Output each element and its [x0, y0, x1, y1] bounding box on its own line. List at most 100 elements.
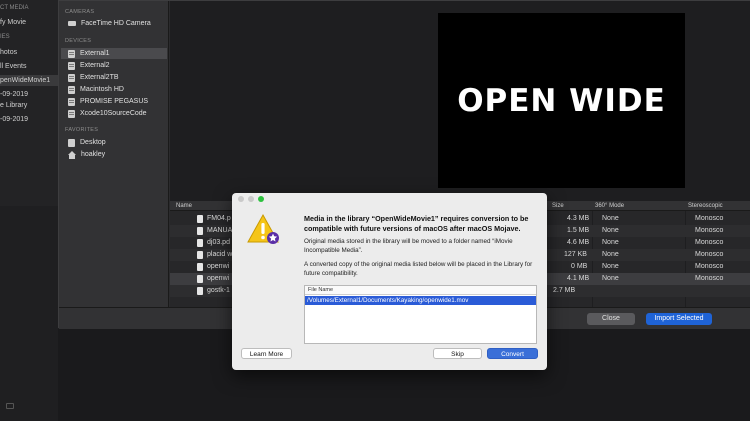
file-name: dj03.pd: [207, 239, 230, 246]
library-item-openwidemovie1[interactable]: penWideMovie1: [0, 75, 60, 86]
sidebar-item-external2[interactable]: External2: [61, 60, 167, 71]
sidebar-item-facetime-camera[interactable]: FaceTime HD Camera: [61, 18, 167, 29]
conversion-dialog: Media in the library “OpenWideMovie1” re…: [232, 193, 547, 370]
file-360-mode: None: [602, 275, 619, 282]
drive-icon: [68, 97, 75, 106]
window-close-icon[interactable]: [238, 196, 244, 202]
file-size: 0 MB: [571, 263, 588, 270]
column-size-header[interactable]: Size: [552, 203, 564, 209]
file-list-row[interactable]: /Volumes/External1/Documents/Kayaking/op…: [305, 296, 536, 305]
sidebar-item-label: PROMISE PEGASUS: [80, 98, 149, 105]
camera-icon: [68, 21, 76, 26]
drive-icon: [68, 85, 75, 94]
file-name: openwi: [207, 275, 230, 282]
dialog-message-2: A converted copy of the original media l…: [304, 261, 533, 277]
library-item-my-movie[interactable]: fy Movie: [0, 17, 60, 28]
library-item-date-2[interactable]: -09-2019: [0, 114, 60, 125]
column-360-mode-header[interactable]: 360° Mode: [595, 203, 624, 209]
sidebar-item-label: Macintosh HD: [80, 86, 124, 93]
file-size: 4.3 MB: [567, 215, 590, 222]
sidebar-item-hoakley[interactable]: hoakley: [61, 149, 167, 160]
sidebar-item-desktop[interactable]: Desktop: [61, 137, 167, 148]
sidebar-item-external2tb[interactable]: External2TB: [61, 72, 167, 83]
file-360-mode: None: [602, 263, 619, 270]
filmstrip-icon[interactable]: [6, 403, 14, 409]
file-size: 127 KB: [564, 251, 587, 258]
file-size: 4.6 MB: [567, 239, 590, 246]
document-icon: [197, 227, 203, 235]
file-360-mode: None: [602, 239, 619, 246]
sidebar-item-xcode10sourcecode[interactable]: Xcode10SourceCode: [61, 108, 167, 119]
file-name: MANUA: [207, 227, 233, 234]
file-name: gostk-1: [207, 287, 230, 294]
file-stereoscopic: Monosco: [695, 239, 724, 246]
dialog-titlebar: [232, 193, 547, 204]
sidebar-item-external1[interactable]: External1: [61, 48, 167, 59]
import-sidebar: CAMERAS FaceTime HD Camera DEVICES Exter…: [59, 1, 169, 307]
sidebar-item-label: FaceTime HD Camera: [81, 20, 151, 27]
library-lower-pane: [0, 206, 60, 421]
file-360-mode: None: [602, 251, 619, 258]
library-item-photos[interactable]: hotos: [0, 47, 60, 58]
library-item-all-events[interactable]: ll Events: [0, 61, 60, 72]
file-stereoscopic: Monosco: [695, 251, 724, 258]
file-360-mode: None: [602, 215, 619, 222]
file-stereoscopic: Monosco: [695, 263, 724, 270]
libraries-header: IES: [0, 34, 10, 40]
file-name: placid w: [207, 251, 233, 258]
dialog-title: Media in the library “OpenWideMovie1” re…: [304, 214, 529, 233]
library-section-header: CT MEDIA: [0, 5, 29, 11]
file-name: openwi: [207, 263, 230, 270]
movie-file-icon: [197, 263, 203, 271]
preview-area: OPEN WIDE: [170, 1, 750, 201]
warning-icon: [247, 213, 279, 244]
import-selected-button[interactable]: Import Selected: [646, 313, 712, 325]
convert-button[interactable]: Convert: [487, 348, 538, 359]
window-zoom-icon[interactable]: [258, 196, 264, 202]
document-icon: [197, 287, 203, 295]
sidebar-item-label: External2TB: [80, 74, 119, 81]
file-stereoscopic: Monosco: [695, 227, 724, 234]
window-minimize-icon[interactable]: [248, 196, 254, 202]
library-item-library[interactable]: e Library: [0, 100, 60, 111]
file-list[interactable]: File Name /Volumes/External1/Documents/K…: [304, 285, 537, 344]
sidebar-item-label: hoakley: [81, 151, 106, 158]
home-icon: [68, 150, 76, 159]
learn-more-button[interactable]: Learn More: [241, 348, 292, 359]
sidebar-item-label: External2: [80, 62, 110, 69]
file-size: 4.1 MB: [567, 275, 590, 282]
drive-icon: [68, 109, 75, 118]
library-item-date-1[interactable]: -09-2019: [0, 89, 60, 100]
document-icon: [197, 239, 203, 247]
close-button[interactable]: Close: [587, 313, 635, 325]
preview-title-text: OPEN WIDE: [457, 82, 666, 119]
file-size: 2.7 MB: [553, 287, 576, 294]
sidebar-item-label: External1: [80, 50, 110, 57]
skip-button[interactable]: Skip: [433, 348, 482, 359]
drive-icon: [68, 49, 75, 58]
video-preview[interactable]: OPEN WIDE: [438, 13, 685, 188]
dialog-message-1: Original media stored in the library wil…: [304, 238, 513, 254]
drive-icon: [68, 61, 75, 70]
file-list-header[interactable]: File Name: [305, 286, 536, 295]
column-name-header[interactable]: Name: [176, 203, 192, 209]
document-icon: [197, 251, 203, 259]
sidebar-item-label: Xcode10SourceCode: [80, 110, 147, 117]
devices-header: DEVICES: [65, 38, 92, 44]
sidebar-item-macintosh-hd[interactable]: Macintosh HD: [61, 84, 167, 95]
file-stereoscopic: Monosco: [695, 275, 724, 282]
column-stereoscopic-header[interactable]: Stereoscopic: [688, 203, 723, 209]
folder-icon: [68, 138, 75, 147]
drive-icon: [68, 73, 75, 82]
favorites-header: FAVORITES: [65, 127, 99, 133]
cameras-header: CAMERAS: [65, 9, 95, 15]
file-size: 1.5 MB: [567, 227, 590, 234]
document-icon: [197, 215, 203, 223]
sidebar-item-promise-pegasus[interactable]: PROMISE PEGASUS: [61, 96, 167, 107]
movie-file-icon: [197, 275, 203, 283]
file-360-mode: None: [602, 227, 619, 234]
file-stereoscopic: Monosco: [695, 215, 724, 222]
file-name: FM04.p: [207, 215, 231, 222]
sidebar-item-label: Desktop: [80, 139, 106, 146]
library-sidebar: CT MEDIA fy Movie IES hotos ll Events pe…: [0, 0, 60, 206]
